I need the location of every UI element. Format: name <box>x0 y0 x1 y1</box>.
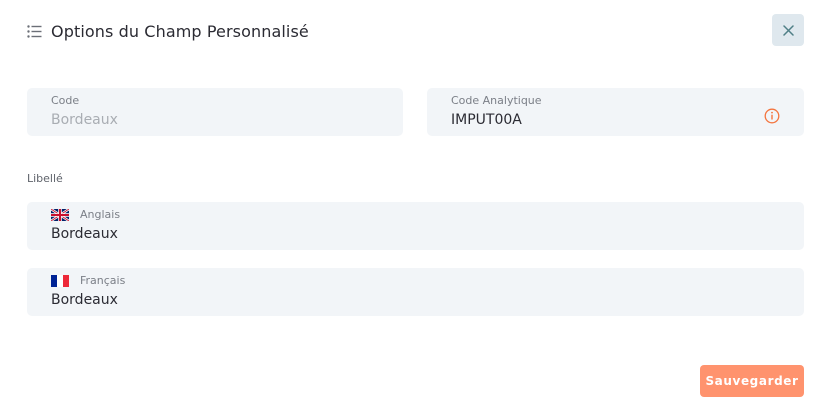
french-label-field[interactable]: Français Bordeaux <box>27 268 804 316</box>
english-label-field[interactable]: Anglais Bordeaux <box>27 202 804 250</box>
close-button[interactable] <box>772 14 804 46</box>
close-icon <box>782 24 794 36</box>
analytic-code-label: Code Analytique <box>451 94 542 107</box>
analytic-code-value[interactable]: IMPUT00A <box>451 112 522 128</box>
code-value: Bordeaux <box>51 112 118 128</box>
france-flag-icon <box>51 275 69 287</box>
english-language-label: Anglais <box>80 208 121 221</box>
english-label-value[interactable]: Bordeaux <box>51 226 118 242</box>
list-icon <box>27 24 42 38</box>
french-language-label: Français <box>80 274 126 287</box>
page-title: Options du Champ Personnalisé <box>51 21 309 41</box>
code-field: Code Bordeaux <box>27 88 403 136</box>
uk-flag-icon <box>51 209 69 221</box>
analytic-code-field[interactable]: Code Analytique IMPUT00A <box>427 88 804 136</box>
info-icon[interactable] <box>764 108 780 124</box>
save-button[interactable]: Sauvegarder <box>700 365 804 397</box>
dialog-header: Options du Champ Personnalisé <box>27 19 309 43</box>
french-label-value[interactable]: Bordeaux <box>51 292 118 308</box>
libelle-section-label: Libellé <box>27 172 63 185</box>
code-label: Code <box>51 94 80 107</box>
